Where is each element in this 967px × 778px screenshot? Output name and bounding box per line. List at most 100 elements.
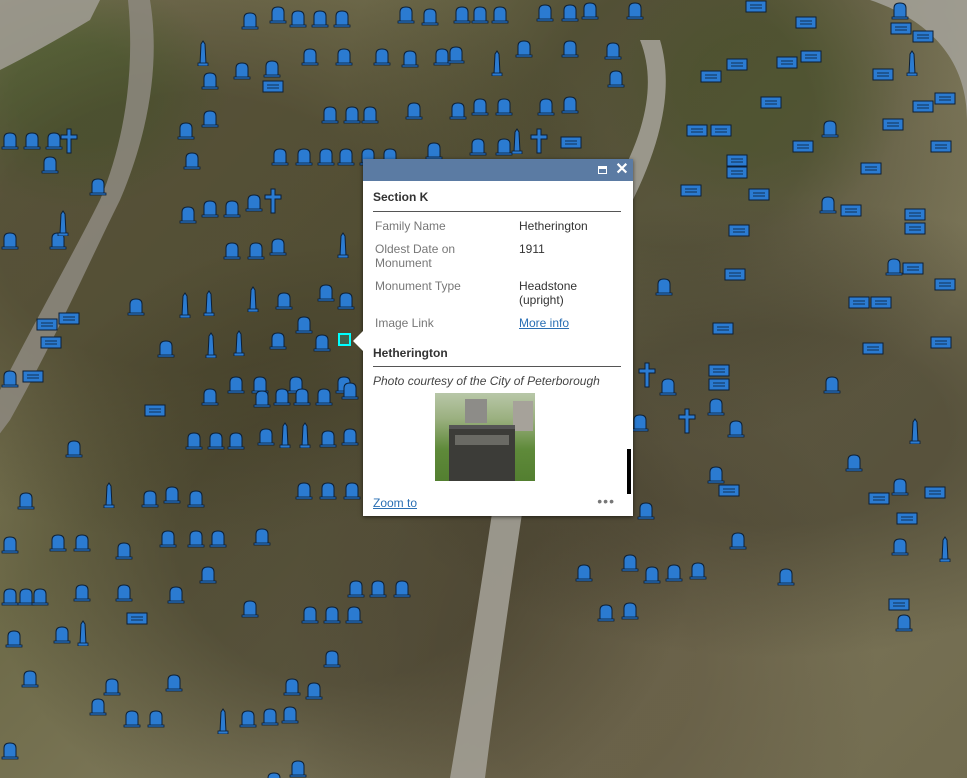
headstone-marker-icon[interactable]: [642, 564, 662, 584]
headstone-marker-icon[interactable]: [346, 578, 366, 598]
headstone-marker-icon[interactable]: [894, 612, 914, 632]
headstone-marker-icon[interactable]: [52, 624, 72, 644]
headstone-marker-icon[interactable]: [468, 136, 488, 156]
headstone-marker-icon[interactable]: [318, 480, 338, 500]
flat-marker-icon[interactable]: [710, 124, 732, 137]
flat-marker-icon[interactable]: [896, 512, 918, 525]
headstone-marker-icon[interactable]: [22, 130, 42, 150]
headstone-marker-icon[interactable]: [400, 48, 420, 68]
headstone-marker-icon[interactable]: [603, 40, 623, 60]
headstone-marker-icon[interactable]: [448, 100, 468, 120]
headstone-marker-icon[interactable]: [336, 290, 356, 310]
headstone-marker-icon[interactable]: [320, 104, 340, 124]
headstone-marker-icon[interactable]: [178, 204, 198, 224]
flat-marker-icon[interactable]: [58, 312, 80, 325]
headstone-marker-icon[interactable]: [268, 4, 288, 24]
headstone-marker-icon[interactable]: [126, 296, 146, 316]
flat-marker-icon[interactable]: [126, 612, 148, 625]
flat-marker-icon[interactable]: [930, 140, 952, 153]
cross-marker-icon[interactable]: [638, 362, 656, 388]
headstone-marker-icon[interactable]: [114, 582, 134, 602]
obelisk-marker-icon[interactable]: [298, 422, 312, 448]
maximize-icon[interactable]: [595, 162, 611, 178]
headstone-marker-icon[interactable]: [844, 452, 864, 472]
cross-marker-icon[interactable]: [60, 128, 78, 154]
close-icon[interactable]: ✕: [614, 162, 630, 178]
flat-marker-icon[interactable]: [795, 16, 817, 29]
cross-marker-icon[interactable]: [530, 128, 548, 154]
flat-marker-icon[interactable]: [726, 58, 748, 71]
selected-marker-highlight[interactable]: [338, 333, 351, 346]
headstone-marker-icon[interactable]: [596, 602, 616, 622]
headstone-marker-icon[interactable]: [166, 584, 186, 604]
flat-marker-icon[interactable]: [912, 100, 934, 113]
headstone-marker-icon[interactable]: [268, 236, 288, 256]
headstone-marker-icon[interactable]: [268, 330, 288, 350]
headstone-marker-icon[interactable]: [494, 96, 514, 116]
flat-marker-icon[interactable]: [934, 278, 956, 291]
flat-marker-icon[interactable]: [868, 492, 890, 505]
headstone-marker-icon[interactable]: [620, 600, 640, 620]
headstone-marker-icon[interactable]: [342, 104, 362, 124]
headstone-marker-icon[interactable]: [706, 396, 726, 416]
headstone-marker-icon[interactable]: [706, 464, 726, 484]
headstone-marker-icon[interactable]: [560, 38, 580, 58]
headstone-marker-icon[interactable]: [360, 104, 380, 124]
headstone-marker-icon[interactable]: [620, 552, 640, 572]
headstone-marker-icon[interactable]: [16, 490, 36, 510]
headstone-marker-icon[interactable]: [294, 480, 314, 500]
obelisk-marker-icon[interactable]: [56, 210, 70, 236]
flat-marker-icon[interactable]: [728, 224, 750, 237]
headstone-marker-icon[interactable]: [372, 46, 392, 66]
headstone-marker-icon[interactable]: [252, 388, 272, 408]
headstone-marker-icon[interactable]: [630, 412, 650, 432]
headstone-marker-icon[interactable]: [340, 426, 360, 446]
flat-marker-icon[interactable]: [40, 336, 62, 349]
flat-marker-icon[interactable]: [792, 140, 814, 153]
headstone-marker-icon[interactable]: [560, 94, 580, 114]
flat-marker-icon[interactable]: [708, 364, 730, 377]
headstone-marker-icon[interactable]: [198, 564, 218, 584]
headstone-marker-icon[interactable]: [20, 668, 40, 688]
headstone-marker-icon[interactable]: [0, 230, 20, 250]
headstone-marker-icon[interactable]: [332, 8, 352, 28]
flat-marker-icon[interactable]: [934, 92, 956, 105]
popup-scrollbar[interactable]: [627, 449, 631, 494]
headstone-marker-icon[interactable]: [186, 528, 206, 548]
headstone-marker-icon[interactable]: [184, 430, 204, 450]
headstone-marker-icon[interactable]: [322, 604, 342, 624]
obelisk-marker-icon[interactable]: [178, 292, 192, 318]
headstone-marker-icon[interactable]: [40, 154, 60, 174]
headstone-marker-icon[interactable]: [72, 582, 92, 602]
headstone-marker-icon[interactable]: [200, 386, 220, 406]
obelisk-marker-icon[interactable]: [490, 50, 504, 76]
headstone-marker-icon[interactable]: [226, 374, 246, 394]
headstone-marker-icon[interactable]: [396, 4, 416, 24]
headstone-marker-icon[interactable]: [232, 60, 252, 80]
more-info-link[interactable]: More info: [519, 316, 569, 330]
flat-marker-icon[interactable]: [904, 222, 926, 235]
headstone-marker-icon[interactable]: [208, 528, 228, 548]
headstone-marker-icon[interactable]: [310, 8, 330, 28]
headstone-marker-icon[interactable]: [664, 562, 684, 582]
headstone-marker-icon[interactable]: [890, 536, 910, 556]
flat-marker-icon[interactable]: [904, 208, 926, 221]
flat-marker-icon[interactable]: [726, 166, 748, 179]
flat-marker-icon[interactable]: [724, 268, 746, 281]
flat-marker-icon[interactable]: [872, 68, 894, 81]
headstone-marker-icon[interactable]: [688, 560, 708, 580]
headstone-marker-icon[interactable]: [238, 708, 258, 728]
headstone-marker-icon[interactable]: [318, 428, 338, 448]
headstone-marker-icon[interactable]: [336, 146, 356, 166]
flat-marker-icon[interactable]: [748, 188, 770, 201]
flat-marker-icon[interactable]: [708, 378, 730, 391]
obelisk-marker-icon[interactable]: [278, 422, 292, 448]
flat-marker-icon[interactable]: [262, 80, 284, 93]
obelisk-marker-icon[interactable]: [204, 332, 218, 358]
headstone-marker-icon[interactable]: [146, 708, 166, 728]
headstone-marker-icon[interactable]: [726, 418, 746, 438]
flat-marker-icon[interactable]: [800, 50, 822, 63]
flat-marker-icon[interactable]: [22, 370, 44, 383]
cross-marker-icon[interactable]: [264, 188, 282, 214]
headstone-marker-icon[interactable]: [404, 100, 424, 120]
